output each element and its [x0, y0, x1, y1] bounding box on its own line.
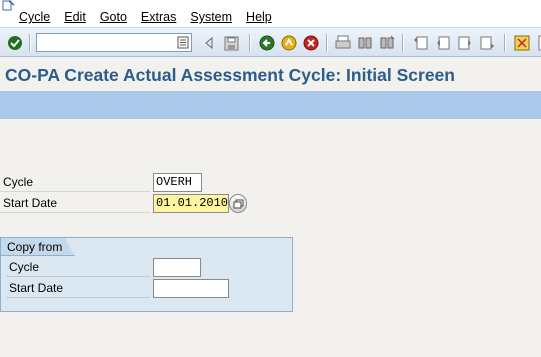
cycle-input[interactable]: OVERH: [153, 173, 202, 192]
copy-start-date-label: Start Date: [6, 279, 150, 298]
page-title: CO-PA Create Actual Assessment Cycle: In…: [5, 65, 455, 85]
first-page-icon[interactable]: [412, 34, 430, 52]
exit-icon[interactable]: [280, 34, 298, 52]
print-icon[interactable]: [334, 34, 352, 52]
dropdown-icon[interactable]: [177, 36, 189, 49]
find-next-icon[interactable]: [378, 34, 396, 52]
start-date-input[interactable]: 01.01.2010: [153, 194, 229, 213]
menu-goto[interactable]: Goto: [100, 10, 127, 24]
menu-items: Cycle Edit Goto Extras System Help: [19, 10, 286, 24]
menu-edit[interactable]: Edit: [64, 10, 86, 24]
copy-cycle-input[interactable]: [153, 258, 201, 277]
menu-cycle[interactable]: Cycle: [19, 10, 50, 24]
start-date-label: Start Date: [0, 194, 150, 213]
menu-system[interactable]: System: [190, 10, 232, 24]
toolbar-separator: [249, 34, 251, 52]
menu-extras[interactable]: Extras: [141, 10, 176, 24]
calendar-icon: [233, 199, 243, 208]
menu-bar: Cycle Edit Goto Extras System Help: [0, 0, 541, 28]
last-page-icon[interactable]: [478, 34, 496, 52]
save-icon[interactable]: [222, 34, 240, 52]
copy-cycle-label: Cycle: [6, 258, 150, 277]
back-arrow-icon[interactable]: [200, 34, 218, 52]
date-picker-button[interactable]: [229, 194, 247, 213]
title-bar: CO-PA Create Actual Assessment Cycle: In…: [0, 57, 541, 91]
toolbar-separator: [29, 34, 31, 52]
enter-icon[interactable]: [6, 34, 24, 52]
standard-toolbar: [0, 29, 541, 57]
toolbar-separator: [326, 34, 328, 52]
toolbar-separator: [402, 34, 404, 52]
menu-help[interactable]: Help: [246, 10, 272, 24]
next-page-icon[interactable]: [456, 34, 474, 52]
layout-icon[interactable]: [533, 34, 541, 52]
copy-from-group: Copy from Cycle Start Date: [0, 237, 293, 312]
application-toolbar: [0, 91, 541, 119]
find-icon[interactable]: [356, 34, 374, 52]
app-menu-icon[interactable]: [2, 0, 16, 11]
back-icon[interactable]: [258, 34, 276, 52]
cancel-icon[interactable]: [302, 34, 320, 52]
previous-page-icon[interactable]: [434, 34, 452, 52]
toolbar-separator: [504, 34, 506, 52]
create-session-icon[interactable]: [513, 34, 531, 52]
cycle-label: Cycle: [0, 173, 150, 192]
copy-start-date-input[interactable]: [153, 279, 229, 298]
command-field[interactable]: [36, 33, 192, 52]
group-title: Copy from: [7, 240, 63, 254]
